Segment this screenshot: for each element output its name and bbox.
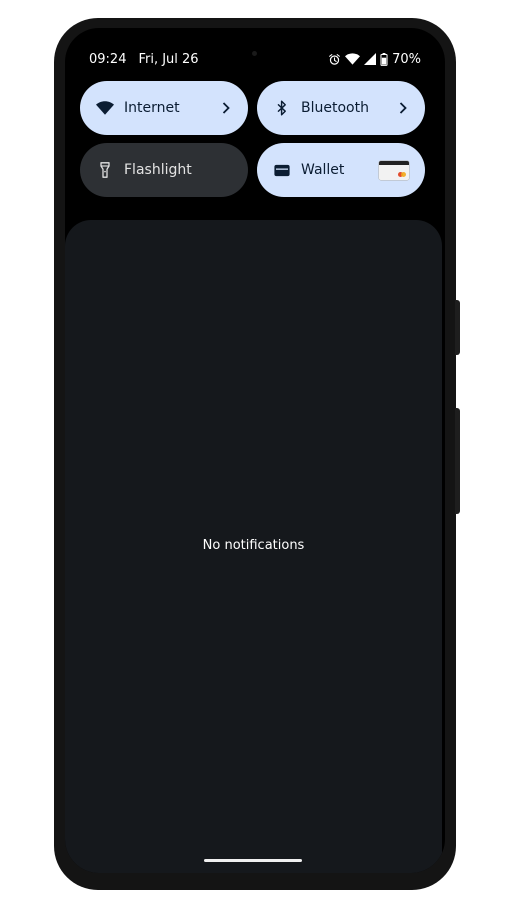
- wallet-icon: [273, 161, 291, 179]
- home-gesture-bar[interactable]: [204, 859, 302, 862]
- tile-wallet[interactable]: Wallet: [257, 143, 425, 197]
- wifi-icon: [345, 53, 361, 65]
- phone-screen: 09:24 Fri, Jul 26 70% Internet Bluetooth…: [65, 28, 445, 873]
- battery-icon: [380, 52, 388, 66]
- payment-card-thumbnail: [379, 160, 409, 180]
- chevron-right-icon: [222, 101, 232, 115]
- bluetooth-icon: [273, 99, 291, 117]
- notification-panel: No notifications: [65, 220, 442, 873]
- tile-bluetooth[interactable]: Bluetooth: [257, 81, 425, 135]
- tile-wallet-label: Wallet: [301, 162, 345, 178]
- flashlight-icon: [96, 161, 114, 179]
- alarm-icon: [328, 53, 341, 66]
- status-date: Fri, Jul 26: [138, 51, 199, 67]
- tile-flashlight-label: Flashlight: [124, 162, 192, 178]
- status-bar: 09:24 Fri, Jul 26 70%: [89, 50, 421, 68]
- tile-bluetooth-label: Bluetooth: [301, 100, 369, 116]
- battery-percent: 70%: [392, 51, 421, 67]
- tile-internet[interactable]: Internet: [80, 81, 248, 135]
- power-button: [455, 300, 460, 355]
- volume-button: [455, 408, 460, 514]
- tile-internet-label: Internet: [124, 100, 180, 116]
- status-icons: 70%: [328, 52, 421, 67]
- status-time: 09:24: [89, 51, 127, 67]
- chevron-right-icon: [399, 101, 409, 115]
- wifi-icon: [96, 99, 114, 117]
- empty-notifications-text: No notifications: [202, 538, 305, 553]
- tile-flashlight[interactable]: Flashlight: [80, 143, 248, 197]
- cell-signal-icon: [364, 53, 377, 65]
